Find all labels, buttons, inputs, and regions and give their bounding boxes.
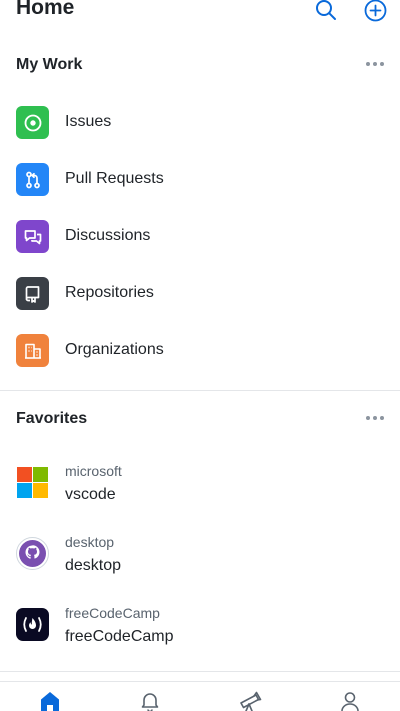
favorite-repo-desktop[interactable]: desktop desktop <box>0 521 400 592</box>
favorite-owner: freeCodeCamp <box>65 605 160 621</box>
my-work-item-label: Discussions <box>65 227 151 244</box>
tab-notifications[interactable] <box>138 690 162 711</box>
plus-circle-icon <box>364 0 386 21</box>
person-icon <box>341 692 359 711</box>
github-desktop-logo-icon <box>16 537 49 570</box>
pull-requests-tile <box>16 163 49 196</box>
search-button[interactable] <box>314 0 338 22</box>
issues-tile <box>16 106 49 139</box>
git-pull-request-icon <box>25 171 40 188</box>
my-work-item-label: Issues <box>65 113 112 130</box>
freecodecamp-logo-icon <box>16 608 49 641</box>
favorites-more-button[interactable] <box>362 410 388 426</box>
organization-icon <box>24 343 41 359</box>
bottom-tab-bar <box>0 681 400 711</box>
list-end-divider <box>0 671 400 672</box>
microsoft-logo-icon <box>17 467 48 498</box>
favorites-list: microsoft vscode desktop desktop freeCod… <box>0 450 400 663</box>
issue-opened-icon <box>24 114 41 131</box>
comment-discussion-icon <box>24 229 41 244</box>
favorite-repo-name: vscode <box>65 486 116 503</box>
home-icon <box>41 692 59 711</box>
microsoft-avatar <box>16 466 49 499</box>
favorite-repo-name: freeCodeCamp <box>65 628 174 645</box>
tab-profile[interactable] <box>338 690 362 711</box>
bell-icon <box>141 693 159 711</box>
desktop-avatar <box>16 537 49 570</box>
my-work-item-pull-requests[interactable]: Pull Requests <box>0 151 400 208</box>
tab-explore[interactable] <box>238 690 262 711</box>
my-work-item-label: Organizations <box>65 341 164 358</box>
my-work-item-organizations[interactable]: Organizations <box>0 322 400 379</box>
page-title: Home <box>16 0 75 19</box>
app-header: Home <box>0 0 400 28</box>
favorites-header: Favorites <box>0 407 400 431</box>
section-divider <box>0 390 400 391</box>
telescope-icon <box>240 691 262 711</box>
my-work-header: My Work <box>0 53 400 77</box>
favorites-title: Favorites <box>16 410 88 427</box>
ellipsis-icon <box>366 416 384 420</box>
my-work-more-button[interactable] <box>362 56 388 72</box>
favorite-owner: microsoft <box>65 463 122 479</box>
favorite-owner: desktop <box>65 534 115 550</box>
organizations-tile <box>16 334 49 367</box>
favorite-repo-freecodecamp[interactable]: freeCodeCamp freeCodeCamp <box>0 592 400 663</box>
ellipsis-icon <box>366 62 384 66</box>
discussions-tile <box>16 220 49 253</box>
favorite-repo-vscode[interactable]: microsoft vscode <box>0 450 400 521</box>
my-work-item-label: Repositories <box>65 284 154 301</box>
my-work-list: Issues Pull Requests Discussions Reposit… <box>0 94 400 379</box>
my-work-item-discussions[interactable]: Discussions <box>0 208 400 265</box>
my-work-item-label: Pull Requests <box>65 170 164 187</box>
search-icon <box>316 0 336 20</box>
my-work-title: My Work <box>16 56 83 73</box>
repositories-tile <box>16 277 49 310</box>
tab-home[interactable] <box>38 690 62 711</box>
create-button[interactable] <box>363 0 387 22</box>
my-work-item-issues[interactable]: Issues <box>0 94 400 151</box>
favorite-repo-name: desktop <box>65 557 122 574</box>
my-work-item-repositories[interactable]: Repositories <box>0 265 400 322</box>
freecodecamp-avatar <box>16 608 49 641</box>
repo-icon <box>25 285 39 303</box>
